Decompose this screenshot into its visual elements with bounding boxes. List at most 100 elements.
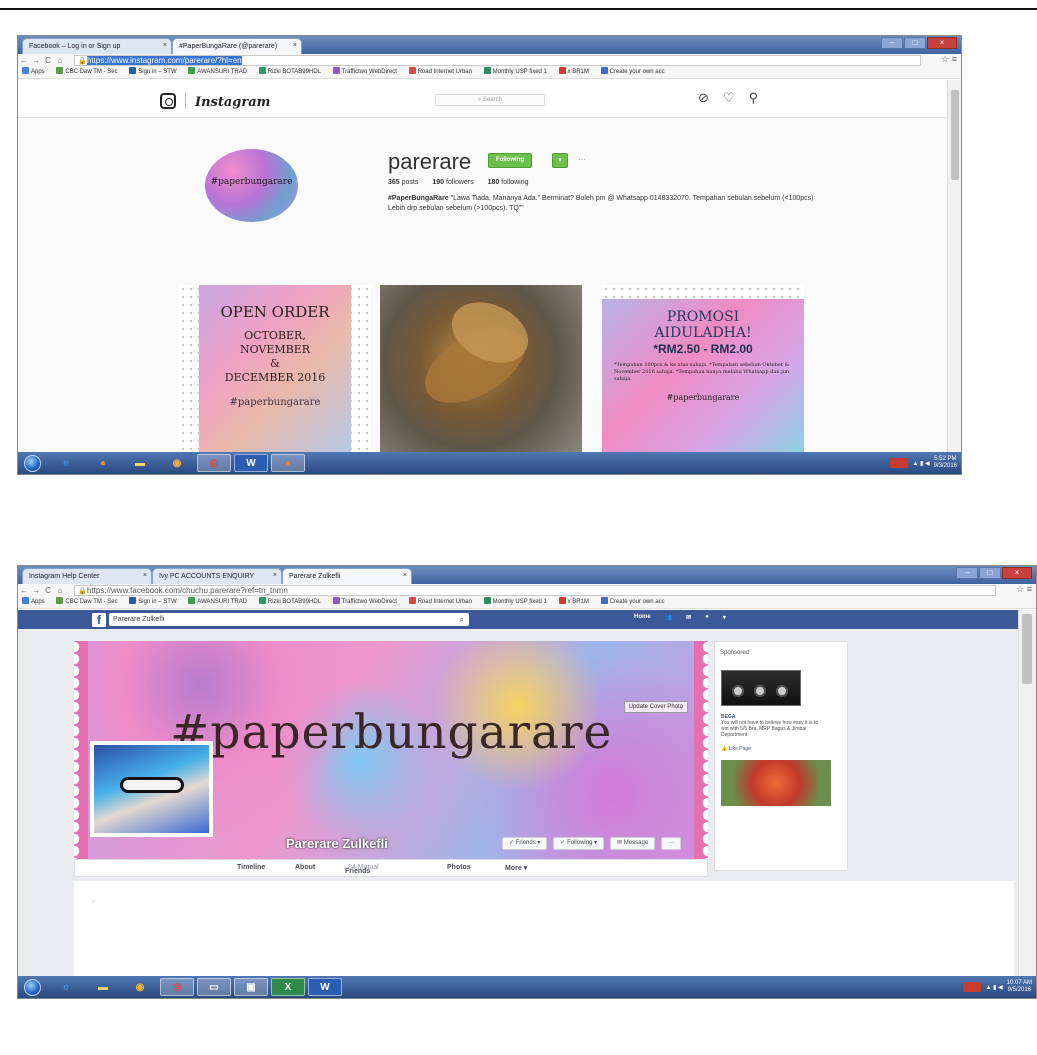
- tray-icons[interactable]: ▲ ▮ ◀: [985, 984, 1002, 991]
- search-input[interactable]: ⌕ Search: [435, 94, 545, 106]
- profile-picture[interactable]: [90, 741, 213, 837]
- more-options-icon[interactable]: ···: [578, 155, 586, 164]
- word-icon[interactable]: W: [234, 454, 268, 472]
- close-icon[interactable]: ×: [273, 572, 277, 579]
- search-input[interactable]: Parerare Zulkefli ⌕: [109, 613, 469, 626]
- bookmark-item[interactable]: CBC Daw TM - Sec: [56, 597, 118, 608]
- tab-photos[interactable]: Photos: [447, 864, 471, 871]
- nav-home-link[interactable]: Home: [634, 614, 651, 621]
- bookmark-item[interactable]: Monthly USP fixed 1: [483, 67, 547, 78]
- tab-friends[interactable]: Friends 84 Mutual: [345, 864, 379, 875]
- scrollbar-thumb[interactable]: [1022, 614, 1032, 684]
- search-icon[interactable]: ⌕: [460, 613, 464, 626]
- messages-icon[interactable]: ✉: [686, 614, 691, 621]
- scrollbar[interactable]: [1018, 610, 1036, 976]
- bookmark-item[interactable]: Rizki BOTAB99HDL: [258, 597, 321, 608]
- close-icon[interactable]: ×: [163, 42, 167, 49]
- close-window-icon[interactable]: ×: [927, 37, 957, 49]
- scrollbar-thumb[interactable]: [951, 90, 959, 180]
- heart-icon[interactable]: ♡: [723, 90, 735, 106]
- menu-icon[interactable]: ☆ ≡: [941, 54, 957, 65]
- tab-instagram[interactable]: #PaperBungaRare (@parerare) ×: [172, 38, 302, 54]
- address-input[interactable]: 🔒 https://www.facebook.com/chuchu.parerar…: [74, 585, 996, 596]
- posts-stat[interactable]: 365 posts: [388, 179, 418, 186]
- following-stat[interactable]: 180 following: [488, 179, 529, 186]
- bookmark-item[interactable]: Traffictwo WebDirect: [332, 67, 397, 78]
- home-icon[interactable]: ⌂: [54, 56, 66, 65]
- notification-icon[interactable]: [890, 458, 909, 468]
- start-button[interactable]: [24, 454, 41, 472]
- maximize-icon[interactable]: □: [904, 37, 926, 49]
- tab-more[interactable]: More ▾: [505, 864, 527, 872]
- post-thumbnail[interactable]: PROMOSI AIDULADHA! *RM2.50 - RM2.00 *Tem…: [602, 285, 804, 455]
- suggestions-dropdown-button[interactable]: ▾: [552, 153, 568, 168]
- window-icon[interactable]: ▭: [197, 978, 231, 996]
- compass-icon[interactable]: ⊘: [698, 90, 709, 106]
- bookmark-item[interactable]: Apps: [22, 67, 45, 78]
- minimize-icon[interactable]: –: [881, 37, 903, 49]
- facebook-logo[interactable]: f: [92, 613, 106, 627]
- person-icon[interactable]: ⚲: [749, 90, 759, 106]
- tab-ivy-pc[interactable]: Ivy PC ACCOUNTS ENQUIRY ×: [152, 568, 282, 584]
- firefox-icon[interactable]: ●: [86, 454, 120, 472]
- tab-facebook[interactable]: Facebook – Log in or Sign up ×: [22, 38, 172, 54]
- friend-requests-icon[interactable]: 👥: [665, 614, 672, 621]
- display-icon[interactable]: ▣: [234, 978, 268, 996]
- bookmark-item[interactable]: Road Internet Urban: [408, 597, 472, 608]
- folder-icon[interactable]: ▬: [86, 978, 120, 996]
- more-options-button[interactable]: ···: [661, 837, 682, 850]
- followers-stat[interactable]: 190 followers: [432, 179, 473, 186]
- ad-image[interactable]: [721, 670, 801, 706]
- chrome-icon[interactable]: ◎: [197, 454, 231, 472]
- instagram-logo[interactable]: Instagram: [160, 93, 270, 111]
- word-icon[interactable]: W: [308, 978, 342, 996]
- bookmark-item[interactable]: Sign in – STW: [129, 67, 177, 78]
- profile-name[interactable]: Parerare Zulkefli: [286, 836, 388, 851]
- ie-icon[interactable]: e: [49, 978, 83, 996]
- like-page-link[interactable]: 👍 Like Page: [721, 746, 751, 752]
- chrome-icon[interactable]: ◎: [160, 978, 194, 996]
- address-input[interactable]: 🔒 https://www.instagram.com/parerare/?hl=…: [74, 55, 921, 66]
- reload-icon[interactable]: C: [42, 56, 54, 65]
- settings-icon[interactable]: ▾: [723, 614, 726, 621]
- tray-icons[interactable]: ▲ ▮ ◀: [912, 460, 929, 467]
- bookmark-item[interactable]: Create your own acc: [600, 597, 665, 608]
- ie-icon[interactable]: e: [49, 454, 83, 472]
- close-window-icon[interactable]: ×: [1002, 567, 1032, 579]
- ad-text[interactable]: BEGA You will not have to believe how eas…: [721, 714, 821, 738]
- media-icon[interactable]: ◉: [123, 978, 157, 996]
- bookmark-item[interactable]: Create your own acc: [600, 67, 665, 78]
- excel-icon[interactable]: X: [271, 978, 305, 996]
- ad-image[interactable]: [721, 760, 831, 806]
- forward-icon[interactable]: →: [30, 56, 42, 65]
- firefox-icon[interactable]: ●: [271, 454, 305, 472]
- close-icon[interactable]: ×: [293, 42, 297, 49]
- friends-button[interactable]: ✓ Friends ▾: [502, 837, 548, 850]
- minimize-icon[interactable]: –: [956, 567, 978, 579]
- message-button[interactable]: ✉ Message: [610, 837, 656, 850]
- notifications-icon[interactable]: ●: [705, 614, 709, 621]
- notification-icon[interactable]: [963, 982, 982, 992]
- bookmark-item[interactable]: Monthly USP fixed 1: [483, 597, 547, 608]
- close-icon[interactable]: ×: [143, 572, 147, 579]
- following-button[interactable]: Following: [488, 153, 532, 168]
- avatar[interactable]: #paperbungarare: [205, 149, 298, 222]
- start-button[interactable]: [24, 978, 41, 996]
- clock[interactable]: 10:07 AM 9/5/2016: [1007, 980, 1032, 994]
- tab-instagram-help[interactable]: Instagram Help Center ×: [22, 568, 152, 584]
- bookmark-item[interactable]: Apps: [22, 597, 45, 608]
- bookmark-item[interactable]: x BR1M: [558, 597, 589, 608]
- menu-icon[interactable]: ☆ ≡: [1016, 584, 1032, 595]
- maximize-icon[interactable]: □: [979, 567, 1001, 579]
- tab-about[interactable]: About: [295, 864, 315, 871]
- back-icon[interactable]: ←: [18, 56, 30, 65]
- home-icon[interactable]: ⌂: [54, 586, 66, 595]
- tab-timeline[interactable]: Timeline: [237, 864, 265, 871]
- media-icon[interactable]: ◉: [160, 454, 194, 472]
- reload-icon[interactable]: C: [42, 586, 54, 595]
- tab-facebook-profile[interactable]: Parerare Zulkefli ×: [282, 568, 412, 584]
- bookmark-item[interactable]: Sign in – STW: [129, 597, 177, 608]
- bookmark-item[interactable]: AWANSURI TRAD: [188, 67, 247, 78]
- bookmark-item[interactable]: Traffictwo WebDirect: [332, 597, 397, 608]
- bookmark-item[interactable]: Road Internet Urban: [408, 67, 472, 78]
